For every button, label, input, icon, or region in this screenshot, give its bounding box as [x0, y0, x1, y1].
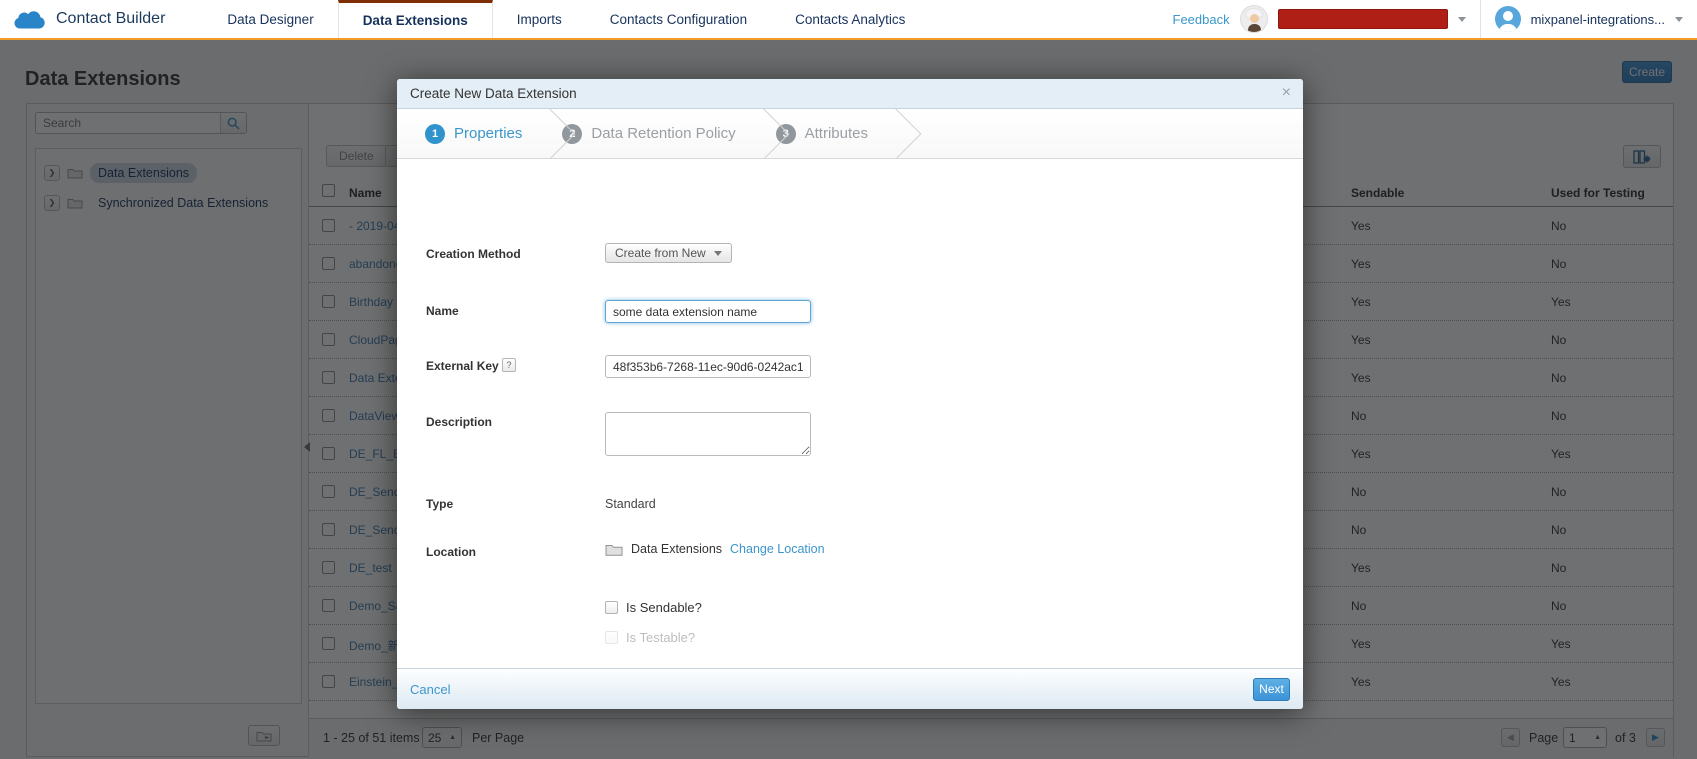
creation-method-value: Create from New [615, 246, 706, 260]
app-title: Contact Builder [56, 10, 165, 28]
tab-data-extensions[interactable]: Data Extensions [338, 0, 493, 38]
folder-icon [605, 543, 623, 556]
creation-method-label: Creation Method [426, 247, 521, 261]
user-avatar-icon[interactable] [1495, 6, 1521, 32]
help-icon[interactable]: ? [502, 358, 516, 372]
chevron-down-icon[interactable] [1458, 17, 1466, 22]
change-location-link[interactable]: Change Location [730, 542, 825, 556]
modal-footer: Cancel Next [397, 668, 1303, 709]
is-sendable-label: Is Sendable? [626, 600, 702, 615]
step-number: 1 [425, 124, 445, 144]
step-label: Attributes [805, 125, 868, 142]
is-sendable-checkbox[interactable] [605, 601, 618, 614]
modal-title: Create New Data Extension [410, 86, 577, 101]
feedback-link[interactable]: Feedback [1173, 12, 1230, 27]
nav-tabs: Data Designer Data Extensions Imports Co… [203, 0, 929, 38]
account-name: mixpanel-integrations... [1531, 12, 1665, 27]
type-value: Standard [605, 497, 656, 511]
tab-data-designer[interactable]: Data Designer [203, 0, 337, 38]
close-icon[interactable]: × [1282, 84, 1291, 102]
account-chevron-down-icon[interactable] [1675, 17, 1683, 22]
einstein-avatar [1240, 5, 1268, 33]
creation-method-dropdown[interactable]: Create from New [605, 243, 732, 263]
chevron-down-icon [714, 251, 722, 256]
tab-contacts-analytics[interactable]: Contacts Analytics [771, 0, 929, 38]
location-label: Location [426, 545, 476, 559]
location-value: Data Extensions [631, 542, 722, 556]
tab-imports[interactable]: Imports [493, 0, 586, 38]
modal-header: Create New Data Extension × [397, 79, 1303, 109]
top-nav: Contact Builder Data Designer Data Exten… [0, 0, 1697, 40]
step-label: Data Retention Policy [591, 125, 735, 142]
external-key-input[interactable] [605, 355, 811, 378]
name-label: Name [426, 304, 459, 318]
redacted-account-label [1278, 9, 1448, 29]
description-textarea[interactable] [605, 412, 811, 456]
type-label: Type [426, 497, 453, 511]
modal-body: Creation Method Create from New Name Ext… [397, 159, 1303, 668]
nav-divider [1480, 0, 1481, 38]
name-input[interactable] [605, 300, 811, 323]
is-testable-label: Is Testable? [626, 630, 695, 645]
step-label: Properties [454, 125, 522, 142]
cancel-link[interactable]: Cancel [410, 682, 450, 697]
cloud-logo-icon [14, 7, 48, 31]
wizard-steps: 1 Properties 2 Data Retention Policy 3 A… [397, 109, 1303, 159]
step-chevron-separator [525, 109, 576, 159]
next-button[interactable]: Next [1253, 678, 1290, 701]
app-logo: Contact Builder [0, 0, 203, 38]
step-chevron-separator [871, 109, 922, 159]
external-key-label: External Key [426, 359, 499, 373]
tab-contacts-configuration[interactable]: Contacts Configuration [586, 0, 771, 38]
create-data-extension-modal: Create New Data Extension × 1 Properties… [397, 79, 1303, 709]
description-label: Description [426, 415, 492, 429]
step-chevron-separator [738, 109, 789, 159]
is-testable-checkbox [605, 631, 618, 644]
